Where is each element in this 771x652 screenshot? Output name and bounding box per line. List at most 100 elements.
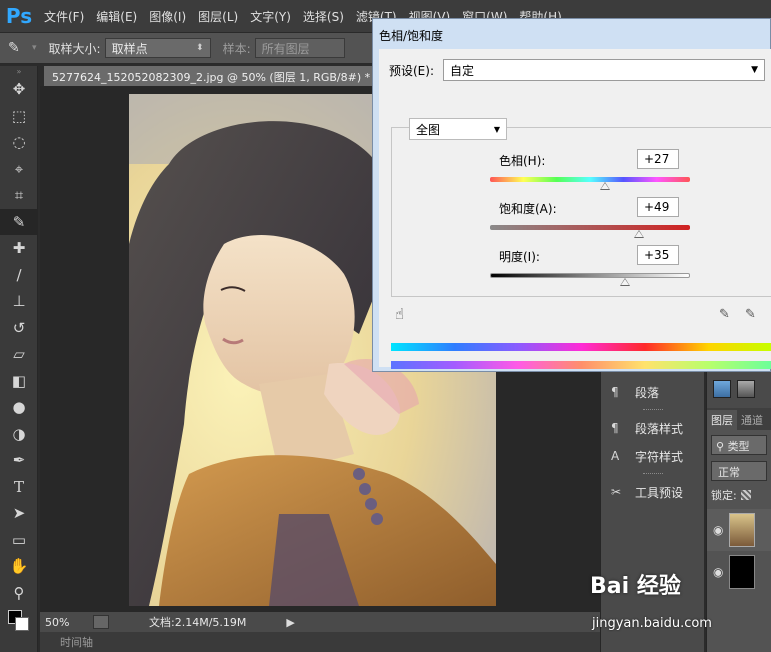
layer-thumbnail	[729, 513, 756, 547]
sample-size-value: 取样点	[111, 41, 148, 56]
panel-char-styles-label: 字符样式	[635, 449, 684, 464]
layer-row[interactable]: ◉	[707, 551, 771, 593]
history-brush-tool-icon[interactable]: ↺	[0, 315, 38, 342]
lasso-tool-icon[interactable]: ◌	[0, 129, 38, 156]
lightness-label: 明度(I):	[499, 250, 540, 264]
panel-paragraph-label: 段落	[635, 385, 660, 400]
paragraph-style-icon: ¶	[611, 421, 619, 435]
hue-input[interactable]: +27	[637, 149, 679, 169]
play-arrow-icon[interactable]: ▶	[286, 616, 294, 629]
saturation-slider-track[interactable]	[490, 225, 690, 230]
tools-panel: » ✥ ⬚ ◌ ⌖ ⌗ ✎ ✚ ∕ ⊥ ↺ ▱ ◧ ● ◑ ✒ T ➤ ▭ ✋ …	[0, 66, 38, 652]
lock-row: 锁定:	[711, 487, 767, 503]
hue-saturation-dialog: 色相/饱和度 预设(E): 自定 ▼ 全图 ▼ 色相(H): +27 饱和度(A…	[372, 18, 771, 372]
sample-label: 样本:	[222, 41, 251, 56]
paragraph-icon: ¶	[611, 385, 619, 399]
move-tool-icon[interactable]: ✥	[0, 76, 38, 103]
panel-tool-presets[interactable]: ✂ 工具预设	[601, 478, 704, 506]
targeted-adjustment-icon[interactable]: ☝	[395, 305, 404, 323]
timeline-label: 时间轴	[60, 636, 93, 649]
hue-label: 色相(H):	[499, 154, 546, 168]
color-swatches-icon[interactable]	[0, 606, 38, 636]
panel-grip[interactable]	[601, 470, 704, 478]
paint-bucket-tool-icon[interactable]: ◧	[0, 368, 38, 395]
menu-image[interactable]: 图像(I)	[143, 8, 192, 25]
dialog-title[interactable]: 色相/饱和度	[373, 19, 770, 47]
tab-layers[interactable]: 图层	[707, 410, 737, 430]
collapsed-panels: ¶ 段落 ¶ 段落样式 A 字符样式 ✂ 工具预设	[600, 370, 704, 652]
menu-file[interactable]: 文件(F)	[38, 8, 90, 25]
document-tab[interactable]: 5277624_152052082309_2.jpg @ 50% (图层 1, …	[44, 66, 404, 86]
blur-tool-icon[interactable]: ●	[0, 394, 38, 421]
marquee-tool-icon[interactable]: ⬚	[0, 103, 38, 130]
blend-mode-select[interactable]: 正常	[711, 461, 767, 481]
status-bar: 50% 文档:2.14M/5.19M ▶	[40, 612, 600, 632]
sample-select[interactable]: 所有图层	[254, 38, 345, 58]
channel-select[interactable]: 全图 ▼	[409, 118, 507, 140]
baidu-watermark: Bai 经验	[590, 574, 681, 599]
dodge-tool-icon[interactable]: ◑	[0, 421, 38, 448]
tool-presets-icon: ✂	[611, 485, 622, 499]
char-style-icon: A	[611, 449, 620, 463]
dropdown-arrow-icon: ▼	[751, 65, 758, 75]
saturation-input[interactable]: +49	[637, 197, 679, 217]
lightness-slider-track[interactable]	[490, 273, 690, 278]
lock-transparent-icon[interactable]	[740, 490, 751, 500]
collapse-icon[interactable]: »	[0, 66, 38, 76]
quick-select-tool-icon[interactable]: ⌖	[0, 156, 38, 183]
preset-label: 预设(E):	[389, 64, 434, 78]
type-tool-icon[interactable]: T	[0, 474, 38, 501]
adjustments-icon[interactable]	[713, 380, 731, 398]
sample-size-select[interactable]: 取样点 ⬍	[104, 38, 211, 58]
timeline-tab[interactable]: 时间轴	[40, 632, 600, 652]
doc-info: 文档:2.14M/5.19M	[149, 616, 247, 629]
eyedropper-tool-icon[interactable]: ✎	[8, 40, 32, 56]
healing-brush-tool-icon[interactable]: ✚	[0, 235, 38, 262]
tab-channels[interactable]: 通道	[737, 410, 767, 430]
panel-paragraph-styles[interactable]: ¶ 段落样式	[601, 414, 704, 442]
zoom-tool-icon[interactable]: ⚲	[0, 580, 38, 607]
eye-icon[interactable]: ◉	[713, 523, 723, 537]
saturation-slider-thumb[interactable]	[634, 230, 644, 238]
lightness-slider-thumb[interactable]	[620, 278, 630, 286]
brush-tool-icon[interactable]: ∕	[0, 262, 38, 289]
hand-tool-icon[interactable]: ✋	[0, 553, 38, 580]
layers-panel-header	[707, 370, 771, 408]
panel-char-styles[interactable]: A 字符样式	[601, 442, 704, 470]
updown-arrow-icon: ⬍	[196, 43, 204, 53]
zoom-level[interactable]: 50%	[45, 616, 93, 629]
menu-layer[interactable]: 图层(L)	[192, 8, 244, 25]
pen-tool-icon[interactable]: ✒	[0, 447, 38, 474]
eyedropper-plus-icon[interactable]: ✎	[745, 307, 756, 322]
preset-select[interactable]: 自定 ▼	[443, 59, 765, 81]
shape-tool-icon[interactable]: ▭	[0, 527, 38, 554]
crop-tool-icon[interactable]: ⌗	[0, 182, 38, 209]
layer-thumbnail	[729, 555, 756, 589]
layer-row[interactable]: ◉	[707, 509, 771, 551]
tool-preset-chevron-icon[interactable]: ▾	[32, 43, 37, 53]
watermark-url: jingyan.baidu.com	[592, 616, 712, 631]
output-color-bar	[391, 361, 771, 369]
styles-icon[interactable]	[737, 380, 755, 398]
hue-slider-thumb[interactable]	[600, 182, 610, 190]
panel-grip[interactable]	[601, 406, 704, 414]
eyedropper-icon[interactable]: ✎	[719, 307, 730, 322]
panel-paragraph[interactable]: ¶ 段落	[601, 378, 704, 406]
menu-select[interactable]: 选择(S)	[297, 8, 350, 25]
layers-tabs: 图层 通道	[707, 408, 771, 430]
status-menu-icon[interactable]	[93, 615, 109, 629]
search-icon: ⚲	[716, 440, 725, 453]
eyedropper-tool-icon[interactable]: ✎	[0, 208, 38, 235]
layer-filter-select[interactable]: ⚲ 类型	[711, 435, 767, 455]
channel-value: 全图	[416, 122, 441, 137]
path-select-tool-icon[interactable]: ➤	[0, 500, 38, 527]
lightness-input[interactable]: +35	[637, 245, 679, 265]
eraser-tool-icon[interactable]: ▱	[0, 341, 38, 368]
menu-edit[interactable]: 编辑(E)	[90, 8, 143, 25]
menu-type[interactable]: 文字(Y)	[244, 8, 297, 25]
hue-slider-track[interactable]	[490, 177, 690, 182]
eye-icon[interactable]: ◉	[713, 565, 723, 579]
clone-stamp-tool-icon[interactable]: ⊥	[0, 288, 38, 315]
lock-label: 锁定:	[711, 489, 737, 502]
dialog-body: 预设(E): 自定 ▼ 全图 ▼ 色相(H): +27 饱和度(A): +49 …	[379, 49, 771, 369]
